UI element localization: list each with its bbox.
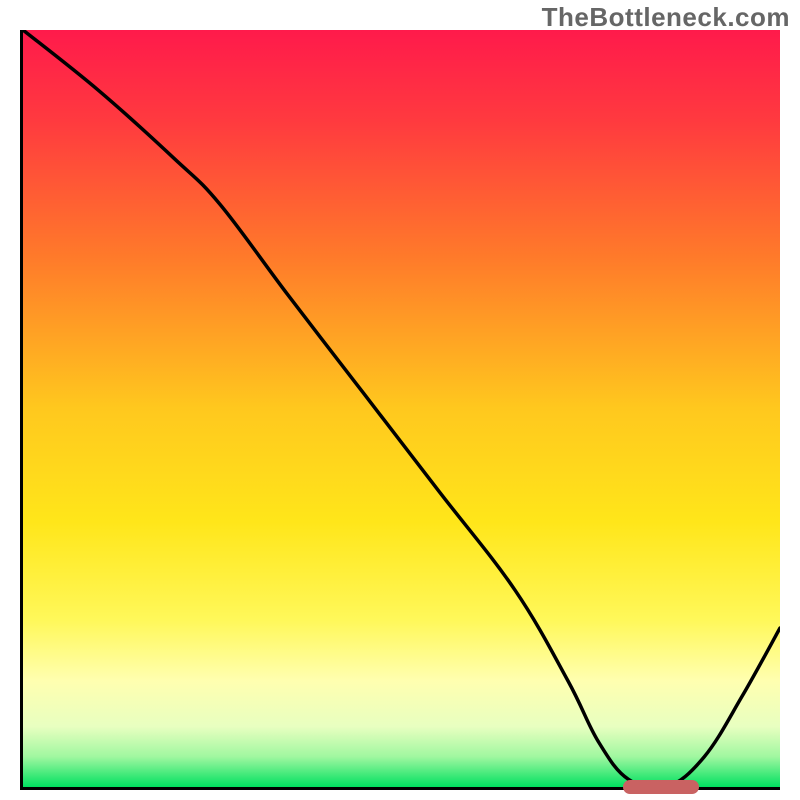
watermark-text: TheBottleneck.com bbox=[542, 2, 790, 33]
curve-layer bbox=[23, 30, 780, 787]
bottleneck-curve bbox=[23, 30, 780, 787]
bottleneck-chart: TheBottleneck.com bbox=[0, 0, 800, 800]
plot-area bbox=[20, 30, 780, 790]
optimal-range-marker bbox=[623, 780, 699, 794]
